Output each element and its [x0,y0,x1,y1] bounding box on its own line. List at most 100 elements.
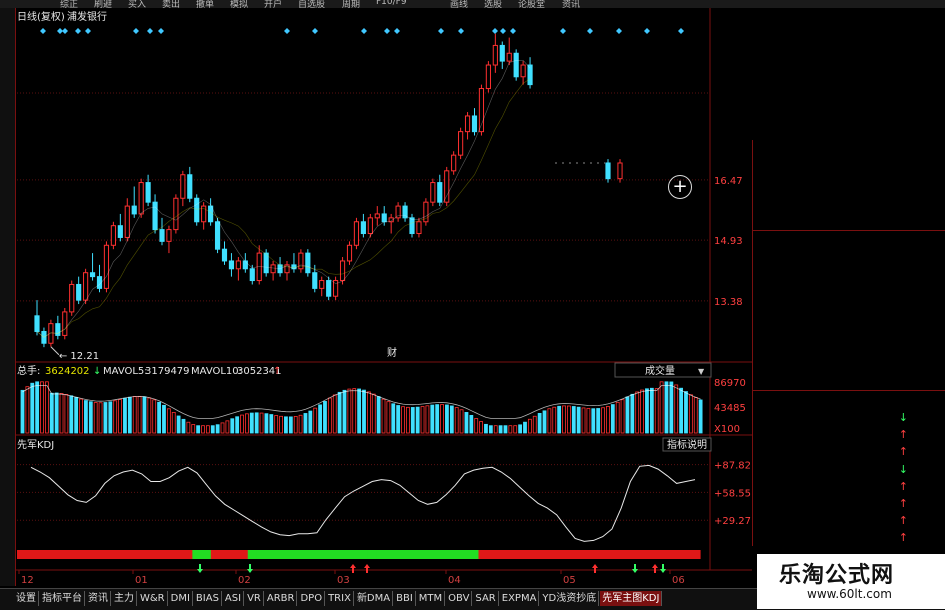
signal-segment [450,550,461,559]
kline-chart[interactable]: 16.47 14.93 13.38 日线(复权) 浦发银行 ← 12.21 财总手: 3624… [15,8,752,586]
buy-order-notice[interactable] [753,232,945,249]
indicator-tab-13[interactable]: BBI [394,591,416,606]
indicator-tab-7[interactable]: ASI [223,591,245,606]
indicator-tab-1[interactable]: 指标平台 [40,591,85,606]
volume-bar [20,389,25,434]
volume-bar [201,425,205,434]
bid-row[interactable] [753,142,945,159]
bid-row[interactable] [753,159,945,176]
top-menu-item[interactable]: 资讯 [562,0,580,8]
signal-segment [118,550,129,559]
top-menu-item[interactable]: 周期 [342,0,360,8]
x-tick-label: 04 [448,575,461,586]
volume-bar [332,394,337,434]
indicator-tab-11[interactable]: TRIX [326,591,354,606]
top-menu-bar: 综正 刷避 买入 卖出 撤单 模拟 开户 自选股 周期 F10/F9 画线 选股 论股堂 资讯 [0,0,945,8]
volume-bar [205,425,210,434]
volume-bar [371,393,376,434]
volume-bar [669,381,674,434]
volume-bar [157,401,162,434]
event-diamond-icon [644,28,650,34]
volume-bar [484,423,488,434]
volume-bar [581,407,586,434]
volume-bar [445,404,449,434]
volume-bar [430,404,435,434]
top-menu-item[interactable]: F10/F9 [376,0,407,7]
stat-row [753,327,945,344]
indicator-tab-3[interactable]: 主力 [112,591,137,606]
signal-segment [681,550,692,559]
signal-segment [26,550,37,559]
indicator-tab-8[interactable]: VR [245,591,264,606]
indicator-tab-14[interactable]: MTM [417,591,446,606]
top-menu-item[interactable]: 刷避 [94,0,112,8]
bid-row[interactable] [753,176,945,193]
top-menu-item[interactable]: 论股堂 [518,0,545,8]
top-menu-item[interactable]: 开户 [264,0,282,8]
indicator-tab-4[interactable]: W&R [138,591,168,606]
top-menu-item[interactable]: 模拟 [230,0,248,8]
event-diamond-icon [500,28,506,34]
indicator-tab-15[interactable]: OBV [446,591,473,606]
volume-bar [664,381,669,434]
indicator-tab-12[interactable]: 新DMA [355,591,394,606]
candle-body [520,64,526,78]
signal-segment [533,550,544,559]
candle-body [339,260,346,282]
indicator-tab-17[interactable]: EXPMA [500,591,540,606]
candle-body [103,244,110,289]
volume-bar [376,396,381,434]
signal-segment [284,550,295,559]
candle-body [166,229,172,242]
indicator-tab-10[interactable]: DPO [298,591,326,606]
event-diamond-icon [312,28,318,34]
indicator-tab-0[interactable]: 设置 [14,591,39,606]
indicator-tab-16[interactable]: SAR [473,591,499,606]
volume-bar [630,393,635,434]
sector-row[interactable] [753,390,945,408]
indicator-tab-6[interactable]: BIAS [194,591,222,606]
volume-bar [401,406,405,434]
volume-bar [93,402,98,434]
signal-segment [376,550,387,559]
signal-segment [672,550,683,559]
volume-bar [518,424,523,434]
volume-bar [35,381,40,434]
volume-bar [513,425,518,434]
volume-bar [308,410,313,434]
indicator-tab-18[interactable]: YD浅资抄底 [540,591,600,606]
indicator-tab-9[interactable]: ARBR [265,591,298,606]
tick-row: ↑ [753,443,945,460]
top-menu-item[interactable]: 卖出 [162,0,180,8]
top-menu-item[interactable]: 画线 [450,0,468,8]
indicator-tab-5[interactable]: DMI [169,591,193,606]
signal-segment [635,550,646,559]
volume-bar [127,396,132,434]
price-tick-label: 14.93 [714,236,743,247]
arrow-down-icon [247,564,253,573]
volume-bar [269,414,274,434]
zoom-plus-icon[interactable]: + [668,175,692,199]
top-menu-item[interactable]: 选股 [484,0,502,8]
signal-segment [496,550,507,559]
indicator-tab-19[interactable]: 先军主图KDJ [600,591,663,606]
volume-bar [142,396,147,434]
candle-body [326,280,332,297]
volume-bar [396,405,401,434]
volume-bar [98,402,103,434]
volume-tick-label: 86970 [714,378,746,389]
top-menu-item[interactable]: 综正 [60,0,78,8]
top-menu-item[interactable]: 自选股 [298,0,325,8]
event-diamond-icon [492,28,498,34]
signal-segment [524,550,535,559]
bid-row[interactable] [753,210,945,227]
signal-segment [63,550,73,559]
indicator-tab-2[interactable]: 资讯 [86,591,111,606]
volume-bar [54,392,59,434]
candle-body [124,205,130,238]
top-menu-item[interactable]: 买入 [128,0,146,8]
bid-row[interactable] [753,193,945,210]
candle-body [62,311,68,336]
top-menu-item[interactable]: 撤单 [196,0,214,8]
mavol10-arrow: ↑ [273,366,281,377]
